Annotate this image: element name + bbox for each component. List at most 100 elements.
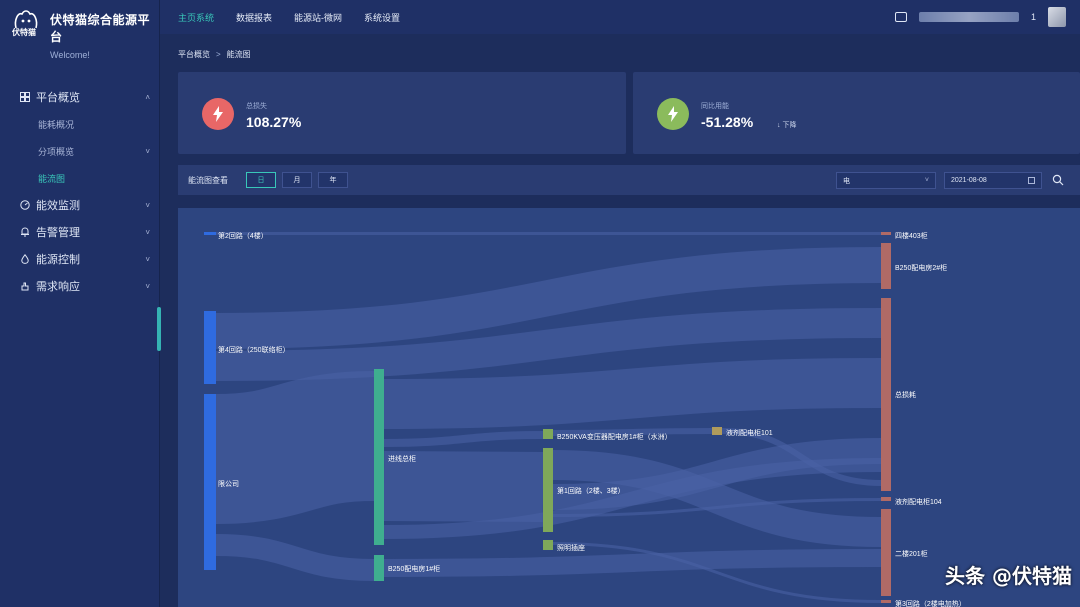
sankey-node-label: 第1回路（2楼、3楼） <box>557 486 625 495</box>
trend-indicator: ↓ 下降 <box>777 122 797 129</box>
grid-icon <box>20 92 30 102</box>
sidebar-item-efficiency-monitoring[interactable]: 能效监测 ˅ <box>0 194 160 216</box>
breadcrumb-root[interactable]: 平台概览 <box>178 50 210 59</box>
sankey-node[interactable] <box>374 555 384 581</box>
sankey-link[interactable] <box>383 549 882 577</box>
user-name-blurred <box>918 12 1019 22</box>
chevron-down-icon: ˅ <box>924 177 929 184</box>
filter-bar: 能流图查看 日 月 年 电 ˅ 2021-08-08 <box>178 165 1080 195</box>
chevron-up-icon: ˄ <box>145 92 150 102</box>
sidebar-scrollbar[interactable] <box>157 307 161 351</box>
avatar[interactable] <box>1048 7 1066 27</box>
sidebar-subitem-label: 能耗概况 <box>38 119 75 130</box>
filter-label: 能流图查看 <box>188 175 228 185</box>
app-subtitle: Welcome! <box>50 50 90 60</box>
sankey-node[interactable] <box>881 243 891 289</box>
sankey-link[interactable] <box>215 534 375 581</box>
card-value: -51.28% <box>701 114 754 130</box>
sankey-node[interactable] <box>204 394 216 570</box>
period-year-button[interactable]: 年 <box>318 172 348 188</box>
card-label: 总损失 <box>246 103 267 110</box>
sankey-node-label: 液剂配电柜101 <box>726 428 773 437</box>
sidebar-item-label: 能效监测 <box>36 200 80 212</box>
date-picker[interactable]: 2021-08-08 <box>944 172 1042 189</box>
hand-icon <box>21 282 29 291</box>
brand-text: 伏特猫 <box>12 28 36 37</box>
sankey-node-label: 第3回路（2楼电加热） <box>895 599 966 607</box>
period-day-button[interactable]: 日 <box>246 172 276 188</box>
energy-type-select[interactable]: 电 ˅ <box>836 172 936 189</box>
topnav-reports[interactable]: 数据报表 <box>236 11 272 24</box>
breadcrumb-current: 能流图 <box>226 50 251 59</box>
date-value: 2021-08-08 <box>951 177 987 184</box>
lightning-icon <box>657 98 689 130</box>
topnav-settings[interactable]: 系统设置 <box>364 11 400 24</box>
sidebar-subitem-label: 分项概览 <box>38 146 75 157</box>
sankey-node-label: 第4回路（250联络柜） <box>218 345 290 354</box>
lightning-icon <box>202 98 234 130</box>
sidebar-item-label: 告警管理 <box>36 227 80 239</box>
topnav-home[interactable]: 主页系统 <box>178 11 214 24</box>
sankey-node-label: B250配电房1#柜 <box>388 564 440 573</box>
sankey-link[interactable] <box>214 371 376 524</box>
chevron-down-icon: ˅ <box>145 281 150 291</box>
sankey-node-label: 液剂配电柜104 <box>895 497 942 506</box>
sankey-node[interactable] <box>543 540 553 550</box>
sankey-node[interactable] <box>881 509 891 596</box>
card-value: 108.27% <box>246 114 302 130</box>
message-icon[interactable] <box>894 12 907 22</box>
sankey-node-label: 照明插座 <box>557 543 585 552</box>
sankey-node[interactable] <box>543 448 553 532</box>
sankey-node[interactable] <box>204 311 216 384</box>
sankey-link[interactable] <box>383 431 544 447</box>
sidebar-subitem-category-overview[interactable]: 分项概览 ˅ <box>0 140 160 162</box>
chevron-down-icon: ˅ <box>145 146 150 156</box>
sankey-chart: 第2回路（4楼） 第4回路（250联络柜） 限公司 进线总柜 B250配电房1#柜 B25… <box>178 208 1080 607</box>
sankey-svg: 第2回路（4楼） 第4回路（250联络柜） 限公司 进线总柜 B250配电房1#柜 B25… <box>204 231 966 607</box>
period-month-button[interactable]: 月 <box>282 172 312 188</box>
sidebar-item-label: 需求响应 <box>36 281 80 293</box>
sankey-node[interactable] <box>881 497 891 501</box>
card-label: 同比用能 <box>701 103 729 110</box>
search-icon[interactable] <box>1052 174 1064 186</box>
calendar-icon <box>1028 177 1035 184</box>
sankey-node-label: 第2回路（4楼） <box>218 231 268 240</box>
sidebar-subitem-energy-flow[interactable]: 能流图 <box>0 167 160 189</box>
sidebar-item-alarm-management[interactable]: 告警管理 ˅ <box>0 221 160 243</box>
watermark-logo: 头条 @伏特猫 <box>945 564 1072 588</box>
top-bar: 主页系统 数据报表 能源站-微网 系统设置 1 <box>160 0 1080 34</box>
sankey-node-label: 进线总柜 <box>388 454 416 463</box>
sankey-node[interactable] <box>374 369 384 545</box>
sidebar: 伏特猫 伏特猫综合能源平台 Welcome! 平台概览 ˄ 能耗概况 分项概览 ˅… <box>0 0 161 607</box>
drop-icon <box>21 254 29 264</box>
breadcrumb-separator: > <box>216 50 221 59</box>
sankey-node-label: 总损耗 <box>895 390 916 399</box>
select-value: 电 <box>843 177 850 185</box>
sankey-node-label: B250配电房2#柜 <box>895 263 947 272</box>
sankey-node[interactable] <box>712 427 722 435</box>
sankey-node[interactable] <box>881 298 891 491</box>
topnav-microgrid[interactable]: 能源站-微网 <box>294 11 342 24</box>
sankey-node[interactable] <box>881 600 891 603</box>
sankey-link[interactable] <box>383 451 544 522</box>
sankey-node[interactable] <box>881 232 891 235</box>
sankey-link[interactable] <box>552 428 713 436</box>
sidebar-item-energy-control[interactable]: 能源控制 ˅ <box>0 248 160 270</box>
sankey-node-label: 限公司 <box>218 479 239 488</box>
gauge-icon <box>20 200 30 210</box>
sankey-link[interactable] <box>383 358 882 429</box>
bell-icon <box>21 227 29 237</box>
yoy-energy-card: 同比用能 -51.28% ↓ 下降 <box>633 72 1080 154</box>
sankey-node[interactable] <box>543 429 553 439</box>
user-name-suffix: 1 <box>1030 12 1036 22</box>
total-loss-card: 总损失 108.27% <box>178 72 626 154</box>
app-title: 伏特猫综合能源平台 <box>50 13 151 44</box>
sidebar-item-platform-overview[interactable]: 平台概览 ˄ <box>0 86 160 108</box>
sidebar-item-demand-response[interactable]: 需求响应 ˅ <box>0 275 160 297</box>
sankey-node-label: B250KVA变压器配电房1#柜（水洲） <box>557 432 672 441</box>
sidebar-subitem-energy-overview[interactable]: 能耗概况 <box>0 113 160 135</box>
sidebar-item-label: 能源控制 <box>36 254 80 266</box>
sankey-node[interactable] <box>204 232 216 235</box>
sidebar-subitem-label: 能流图 <box>38 173 66 184</box>
chevron-down-icon: ˅ <box>145 227 150 237</box>
